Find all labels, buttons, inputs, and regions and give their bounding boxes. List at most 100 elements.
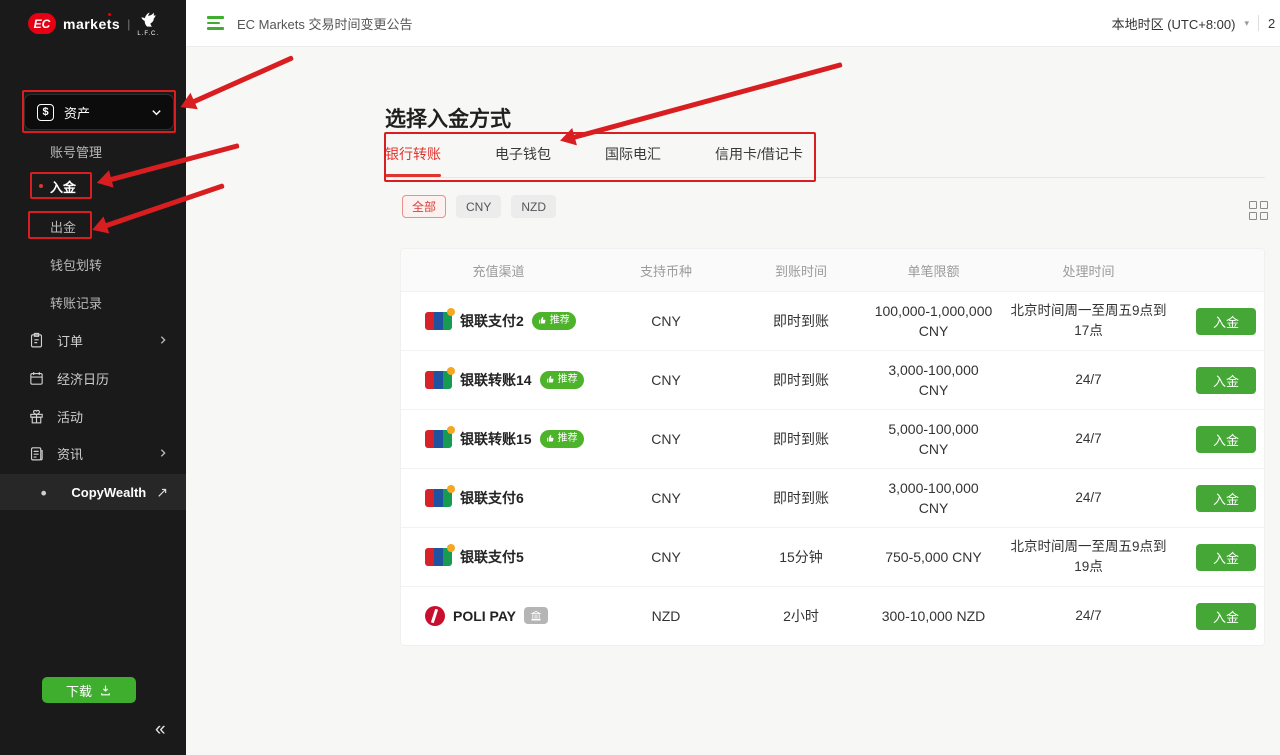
active-dot-icon — [39, 184, 43, 188]
download-label: 下载 — [66, 681, 92, 700]
collapse-sidebar-icon[interactable]: « — [155, 719, 166, 741]
sidebar-item-orders[interactable]: 订单 — [0, 327, 186, 353]
grid-view-icon[interactable] — [1249, 201, 1268, 220]
table-row: 银联支付6 CNY 即时到账 3,000-100,000 CNY 24/7 入金 — [401, 468, 1264, 527]
subitem-label: 入金 — [50, 177, 76, 196]
currency-cell: CNY — [596, 370, 736, 390]
table-row: POLI PAY NZD 2小时 300-10,000 NZD 24/7 入金 — [401, 586, 1264, 645]
sidebar-item-copywealth[interactable]: CopyWealth ↗ — [0, 474, 186, 510]
limit-cell: 3,000-100,000 CNY — [866, 360, 1001, 401]
table-row: 银联支付2 推荐 CNY 即时到账 100,000-1,000,000 CNY … — [401, 291, 1264, 350]
unionpay-logo-icon — [425, 371, 452, 389]
subitem-label: 出金 — [50, 217, 76, 236]
deposit-button[interactable]: 入金 — [1196, 485, 1256, 512]
subitem-label: 账号管理 — [50, 142, 102, 161]
menu-label: 资讯 — [57, 444, 146, 463]
download-button[interactable]: 下载 — [42, 677, 136, 703]
tab-international-wire[interactable]: 国际电汇 — [605, 144, 661, 177]
tab-credit-debit-card[interactable]: 信用卡/借记卡 — [715, 144, 803, 177]
col-header-channel: 充值渠道 — [401, 261, 596, 280]
recommended-badge: 推荐 — [532, 312, 576, 331]
table-row: 银联转账14 推荐 CNY 即时到账 3,000-100,000 CNY 24/… — [401, 350, 1264, 409]
main-content: 选择入金方式 银行转账 电子钱包 国际电汇 信用卡/借记卡 全部 CNY NZD… — [186, 48, 1280, 755]
deposit-button[interactable]: 入金 — [1196, 544, 1256, 571]
menu-label: 订单 — [57, 331, 146, 350]
assets-label: 资产 — [64, 103, 141, 122]
col-header-processing: 处理时间 — [1001, 261, 1176, 280]
deposit-button[interactable]: 入金 — [1196, 426, 1256, 453]
channel-name: 银联转账14 — [460, 370, 532, 390]
col-header-arrival: 到账时间 — [736, 261, 866, 280]
topbar-edge-number[interactable]: 2 — [1268, 16, 1280, 31]
currency-cell: CNY — [596, 311, 736, 331]
sidebar-item-wallet-transfer[interactable]: 钱包划转 — [0, 253, 186, 275]
sidebar-item-news[interactable]: 资讯 — [0, 440, 186, 466]
lfc-label: L.F.C. — [137, 31, 159, 37]
channel-name: 银联支付2 — [460, 311, 524, 331]
chevron-down-icon — [151, 107, 161, 117]
caret-down-icon[interactable]: ▾ — [1244, 18, 1249, 29]
processing-cell: 24/7 — [1001, 370, 1176, 390]
sidebar-item-withdraw[interactable]: 出金 — [0, 215, 186, 237]
deposit-button[interactable]: 入金 — [1196, 603, 1256, 630]
limit-cell: 750-5,000 CNY — [866, 547, 1001, 567]
filter-nzd[interactable]: NZD — [511, 195, 556, 218]
channel-name: 银联转账15 — [460, 429, 532, 449]
sidebar-item-assets[interactable]: $ 资产 — [24, 94, 174, 130]
unionpay-logo-icon — [425, 548, 452, 566]
broadcast-icon — [26, 474, 61, 509]
channel-name: 银联支付6 — [460, 488, 524, 508]
processing-cell: 北京时间周一至周五9点到17点 — [1001, 301, 1176, 340]
currency-cell: NZD — [596, 606, 736, 626]
channel-name: 银联支付5 — [460, 547, 524, 567]
bank-icon — [524, 607, 548, 624]
news-icon — [28, 445, 45, 462]
limit-cell: 100,000-1,000,000 CNY — [866, 301, 1001, 342]
sidebar-item-transfer-records[interactable]: 转账记录 — [0, 291, 186, 313]
channel-name: POLI PAY — [453, 606, 516, 626]
timezone-selector[interactable]: 本地时区 (UTC+8:00) — [1112, 14, 1236, 33]
deposit-button[interactable]: 入金 — [1196, 308, 1256, 335]
sidebar-item-activities[interactable]: 活动 — [0, 403, 186, 429]
currency-filters: 全部 CNY NZD — [402, 195, 556, 218]
deposit-channels-table: 充值渠道 支持币种 到账时间 单笔限额 处理时间 银联支付2 推荐 CNY 即时… — [400, 248, 1265, 646]
topbar: EC Markets 交易时间变更公告 本地时区 (UTC+8:00) ▾ 2 — [186, 0, 1280, 47]
processing-cell: 24/7 — [1001, 488, 1176, 508]
limit-cell: 3,000-100,000 CNY — [866, 478, 1001, 519]
poli-pay-logo-icon — [425, 606, 445, 626]
arrival-cell: 即时到账 — [736, 311, 866, 331]
page-title: 选择入金方式 — [385, 103, 511, 133]
unionpay-logo-icon — [425, 430, 452, 448]
tab-bank-transfer[interactable]: 银行转账 — [385, 144, 441, 177]
topbar-divider — [1258, 15, 1259, 31]
arrival-cell: 即时到账 — [736, 429, 866, 449]
menu-label: 经济日历 — [57, 369, 168, 388]
hamburger-menu-icon[interactable] — [207, 16, 224, 30]
sidebar-item-account-management[interactable]: 账号管理 — [0, 140, 186, 162]
tab-e-wallet[interactable]: 电子钱包 — [495, 144, 551, 177]
download-icon — [99, 684, 112, 697]
gift-icon — [28, 408, 45, 425]
sidebar-item-economic-calendar[interactable]: 经济日历 — [0, 365, 186, 391]
subitem-label: 转账记录 — [50, 293, 102, 312]
currency-cell: CNY — [596, 488, 736, 508]
filter-cny[interactable]: CNY — [456, 195, 501, 218]
deposit-button[interactable]: 入金 — [1196, 367, 1256, 394]
announcement-link[interactable]: EC Markets 交易时间变更公告 — [237, 14, 413, 33]
app-window: EC markets | L.F.C. $ 资产 账号管理 入金 出金 钱包划 — [0, 0, 1280, 755]
arrival-cell: 即时到账 — [736, 370, 866, 390]
sidebar: EC markets | L.F.C. $ 资产 账号管理 入金 出金 钱包划 — [0, 0, 186, 755]
arrival-cell: 2小时 — [736, 606, 866, 626]
brand-logo: EC markets | L.F.C. — [28, 10, 159, 37]
thumbs-up-icon — [546, 434, 555, 443]
col-header-limit: 单笔限额 — [866, 261, 1001, 280]
recommended-badge: 推荐 — [540, 371, 584, 390]
sidebar-item-deposit[interactable]: 入金 — [0, 175, 186, 197]
deposit-method-tabs: 银行转账 电子钱包 国际电汇 信用卡/借记卡 — [385, 144, 1265, 178]
markets-logo-text: markets — [63, 16, 120, 32]
filter-all[interactable]: 全部 — [402, 195, 446, 218]
arrival-cell: 15分钟 — [736, 547, 866, 567]
logo-divider: | — [127, 17, 130, 31]
table-row: 银联支付5 CNY 15分钟 750-5,000 CNY 北京时间周一至周五9点… — [401, 527, 1264, 586]
thumbs-up-icon — [546, 375, 555, 384]
